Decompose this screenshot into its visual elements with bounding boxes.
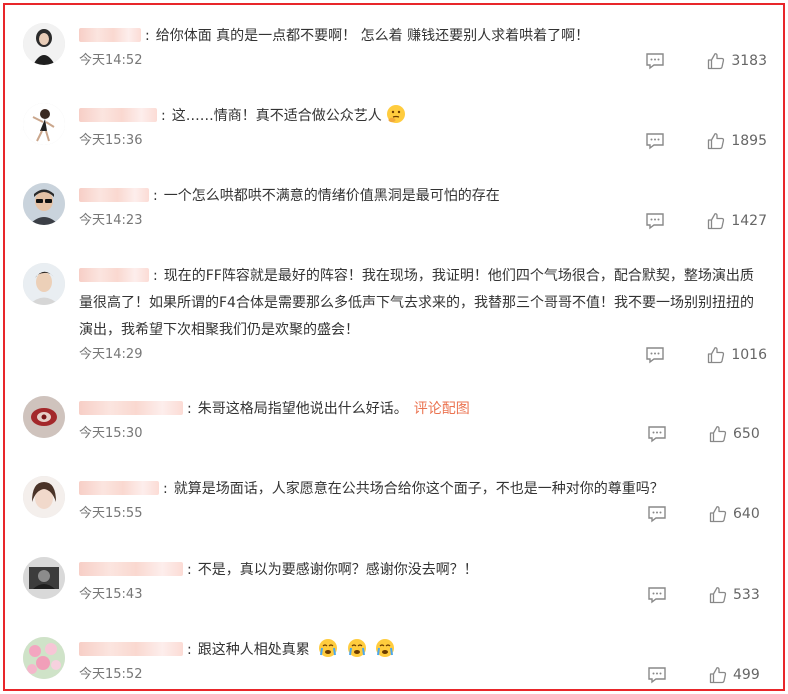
comment-time: 今天15:30: [79, 426, 143, 441]
avatar-red-pattern-icon: [23, 396, 65, 438]
comment-text: : 朱哥这格局指望他说出什么好话。 评论配图: [79, 396, 767, 423]
user-avatar[interactable]: [23, 263, 65, 305]
user-avatar[interactable]: [23, 557, 65, 599]
comment-text: : 这……情商！真不适合做公众艺人: [79, 103, 767, 130]
comment-text: : 不是，真以为要感谢你啊？感谢你没去啊？！: [79, 557, 767, 584]
reply-icon[interactable]: [645, 346, 665, 364]
crying-face-icon: [347, 639, 366, 657]
like-count: 640: [733, 506, 760, 522]
blurred-username[interactable]: [79, 188, 149, 202]
like-button[interactable]: 499: [709, 666, 767, 684]
user-avatar[interactable]: [23, 103, 65, 145]
reply-icon[interactable]: [647, 505, 667, 523]
thumbs-up-icon: [708, 53, 725, 70]
thumbs-up-icon: [708, 347, 725, 364]
comment-time: 今天15:43: [79, 587, 143, 602]
like-button[interactable]: 533: [709, 586, 767, 604]
avatar-flowers-icon: [23, 637, 65, 679]
avatar-man-portrait-icon: [23, 263, 65, 305]
thumbs-up-icon: [708, 133, 725, 150]
blurred-username[interactable]: [79, 481, 159, 495]
like-button[interactable]: 650: [709, 425, 767, 443]
like-button[interactable]: 3183: [707, 52, 767, 70]
user-avatar[interactable]: [23, 183, 65, 225]
like-button[interactable]: 1427: [707, 212, 767, 230]
like-count: 3183: [731, 53, 767, 69]
comment-time: 今天14:52: [79, 53, 143, 68]
avatar-girl-dark-hair-icon: [23, 23, 65, 65]
comment-text: : 给你体面 真的是一点都不要啊！ 怎么着 赚钱还要别人求着哄着了啊！: [79, 23, 767, 50]
user-avatar[interactable]: [23, 637, 65, 679]
comment-text: : 跟这种人相处真累: [79, 637, 767, 664]
like-count: 650: [733, 426, 760, 442]
reply-icon[interactable]: [645, 212, 665, 230]
avatar-girl-selfie-icon: [23, 476, 65, 518]
thumbs-up-icon: [708, 213, 725, 230]
like-count: 1895: [731, 133, 767, 149]
comment-time: 今天14:29: [79, 347, 143, 362]
comment-time: 今天15:55: [79, 506, 143, 521]
comment-text: : 一个怎么哄都哄不满意的情绪价值黑洞是最可怕的存在: [79, 183, 767, 210]
crying-face-icon: [319, 639, 338, 657]
blurred-username[interactable]: [79, 562, 183, 576]
thumbs-up-icon: [709, 426, 727, 443]
like-count: 533: [733, 587, 760, 603]
comment-time: 今天14:23: [79, 213, 143, 228]
reply-icon[interactable]: [647, 425, 667, 443]
reply-icon[interactable]: [647, 666, 667, 684]
thumbs-up-icon: [709, 506, 727, 523]
avatar-girl-dancing-icon: [23, 103, 65, 145]
comment-image-link[interactable]: 评论配图: [414, 401, 470, 417]
like-count: 499: [733, 667, 760, 683]
blurred-username[interactable]: [79, 108, 157, 122]
user-avatar[interactable]: [23, 476, 65, 518]
like-button[interactable]: 1895: [707, 132, 767, 150]
reply-icon[interactable]: [647, 586, 667, 604]
comment-list-frame: : 给你体面 真的是一点都不要啊！ 怎么着 赚钱还要别人求着哄着了啊！ 今天14:…: [3, 3, 785, 691]
like-button[interactable]: 640: [709, 505, 767, 523]
reply-icon[interactable]: [645, 132, 665, 150]
reply-icon[interactable]: [645, 52, 665, 70]
comment-time: 今天15:36: [79, 133, 143, 148]
avatar-man-glasses-icon: [23, 183, 65, 225]
thinking-face-icon: [386, 105, 405, 123]
comment-text: : 现在的FF阵容就是最好的阵容！我在现场，我证明！他们四个气场很合，配合默契，整…: [79, 268, 754, 338]
crying-face-icon: [376, 639, 395, 657]
like-button[interactable]: 1016: [707, 346, 767, 364]
blurred-username[interactable]: [79, 28, 141, 42]
like-count: 1016: [731, 347, 767, 363]
user-avatar[interactable]: [23, 396, 65, 438]
comment-time: 今天15:52: [79, 667, 143, 682]
blurred-username[interactable]: [79, 642, 183, 656]
blurred-username[interactable]: [79, 268, 149, 282]
user-avatar[interactable]: [23, 23, 65, 65]
comment-text: : 就算是场面话，人家愿意在公共场合给你这个面子，不也是一种对你的尊重吗？: [79, 476, 767, 503]
thumbs-up-icon: [709, 667, 727, 684]
avatar-dark-photo-icon: [23, 557, 65, 599]
like-count: 1427: [731, 213, 767, 229]
thumbs-up-icon: [709, 587, 727, 604]
blurred-username[interactable]: [79, 401, 183, 415]
